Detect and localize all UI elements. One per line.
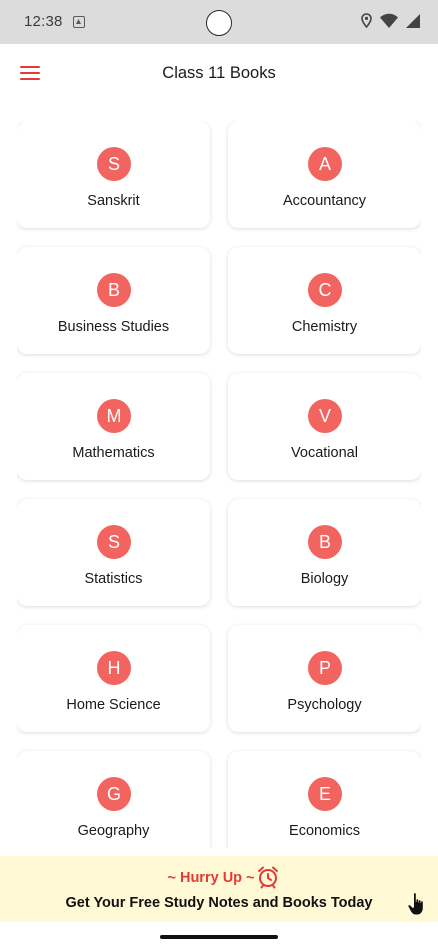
book-initial-avatar: A — [308, 147, 342, 181]
hurry-up-label: ~ Hurry Up ~ — [167, 870, 255, 886]
book-initial-avatar: S — [97, 147, 131, 181]
book-initial-avatar: G — [97, 777, 131, 811]
book-card-economics[interactable]: E Economics — [228, 751, 421, 848]
book-initial-avatar: C — [308, 273, 342, 307]
book-card-accountancy[interactable]: A Accountancy — [228, 121, 421, 228]
book-card-psychology[interactable]: P Psychology — [228, 625, 421, 732]
book-card-home-science[interactable]: H Home Science — [17, 625, 210, 732]
app-bar: Class 11 Books — [0, 44, 438, 104]
book-name: Business Studies — [57, 319, 170, 335]
notification-a-icon — [73, 16, 85, 28]
book-name: Accountancy — [282, 193, 367, 209]
book-name: Economics — [289, 823, 360, 839]
book-card-geography[interactable]: G Geography — [17, 751, 210, 848]
book-card-chemistry[interactable]: C Chemistry — [228, 247, 421, 354]
page-title: Class 11 Books — [162, 64, 276, 82]
status-time: 12:38 — [24, 13, 63, 30]
book-grid: S Sanskrit A Accountancy B Business Stud… — [17, 121, 421, 848]
status-icons — [361, 13, 420, 28]
promo-text: Get Your Free Study Notes and Books Toda… — [65, 895, 373, 911]
book-name: Statistics — [84, 571, 143, 587]
book-card-business-studies[interactable]: B Business Studies — [17, 247, 210, 354]
book-initial-avatar: S — [97, 525, 131, 559]
book-name: Geography — [77, 823, 150, 839]
book-name: Chemistry — [291, 319, 358, 335]
home-gesture-bar[interactable] — [160, 935, 278, 939]
location-icon — [361, 13, 372, 28]
book-card-vocational[interactable]: V Vocational — [228, 373, 421, 480]
book-initial-avatar: V — [308, 399, 342, 433]
book-initial-avatar: H — [97, 651, 131, 685]
book-card-sanskrit[interactable]: S Sanskrit — [17, 121, 210, 228]
book-card-mathematics[interactable]: M Mathematics — [17, 373, 210, 480]
book-card-statistics[interactable]: S Statistics — [17, 499, 210, 606]
book-name: Vocational — [291, 445, 358, 461]
hurry-up-text: ~ Hurry Up ~ — [0, 870, 438, 886]
status-bar: 12:38 — [0, 0, 438, 44]
book-initial-avatar: M — [97, 399, 131, 433]
gesture-nav-area — [0, 922, 438, 950]
book-name: Biology — [300, 571, 349, 587]
book-card-biology[interactable]: B Biology — [228, 499, 421, 606]
book-initial-avatar: P — [308, 651, 342, 685]
book-name: Mathematics — [72, 445, 155, 461]
book-name: Sanskrit — [87, 193, 140, 209]
camera-cutout — [206, 10, 232, 36]
book-initial-avatar: E — [308, 777, 342, 811]
promo-banner[interactable]: ~ Hurry Up ~ Get Your Free Study Notes a… — [0, 856, 438, 922]
book-initial-avatar: B — [308, 525, 342, 559]
signal-icon — [406, 13, 420, 28]
book-name: Psychology — [287, 697, 362, 713]
book-initial-avatar: B — [97, 273, 131, 307]
tap-hand-icon[interactable] — [406, 892, 428, 916]
wifi-icon — [380, 13, 398, 28]
book-name: Home Science — [66, 697, 161, 713]
alarm-clock-icon — [258, 866, 278, 889]
